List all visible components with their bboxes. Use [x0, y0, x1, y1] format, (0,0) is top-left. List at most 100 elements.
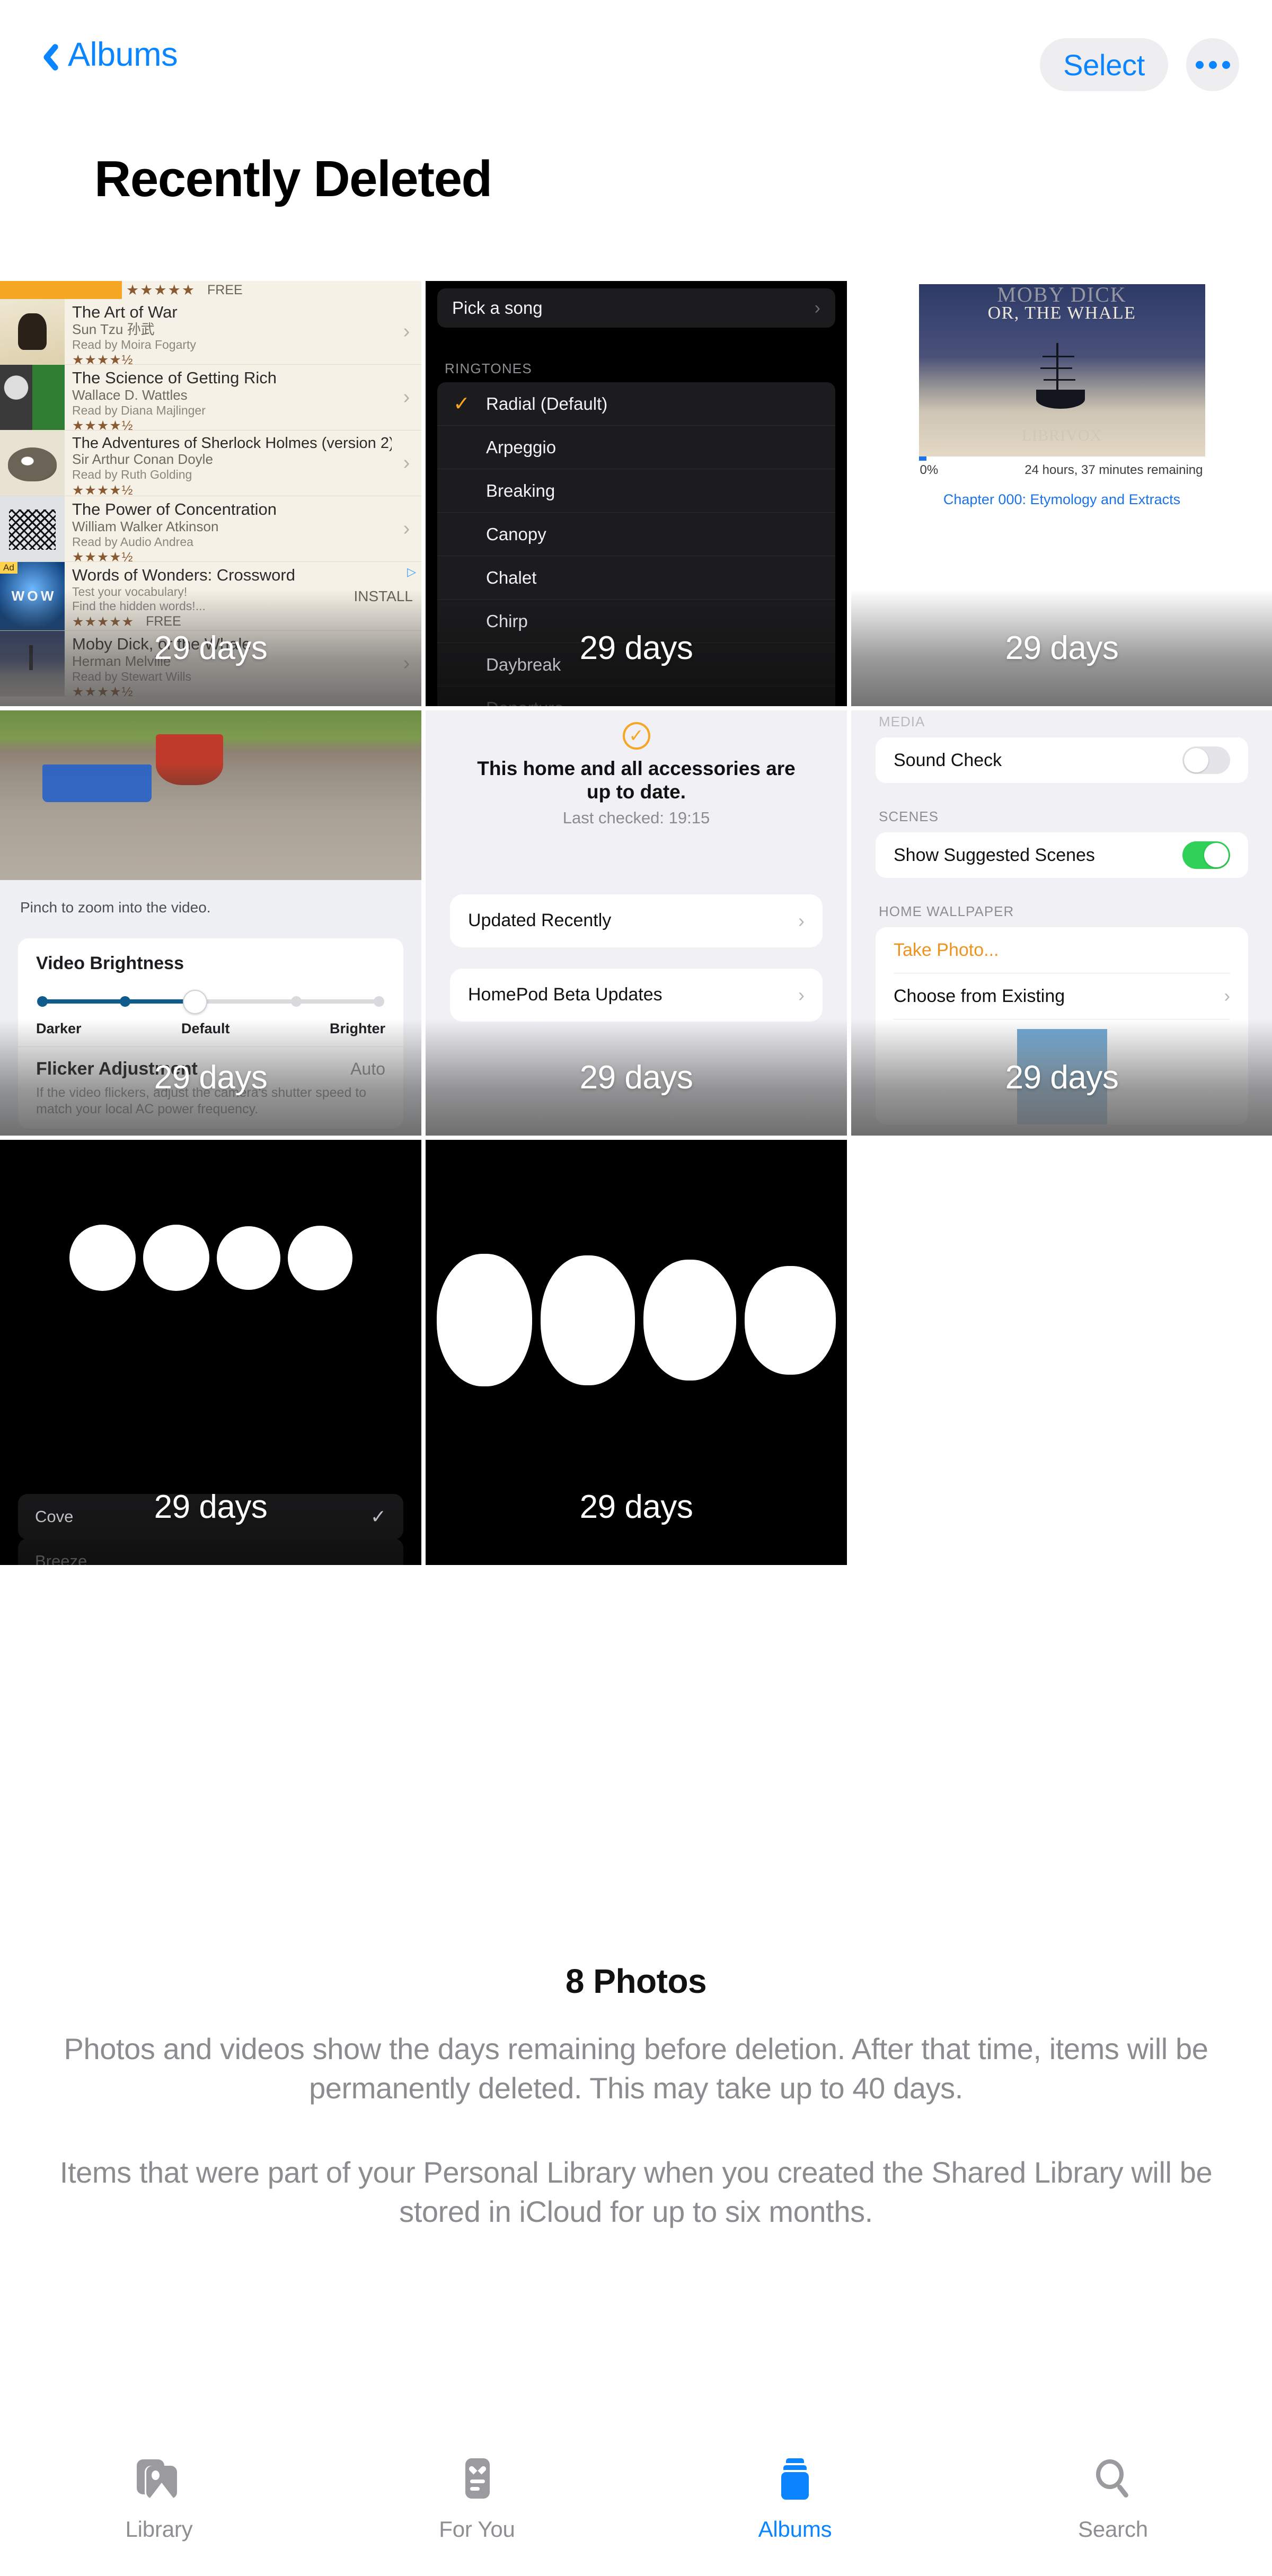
- ellipsis-icon: [1195, 60, 1204, 69]
- book-narrator: Read by Moira Fogarty: [72, 337, 196, 351]
- cove-label: Cove: [35, 1507, 74, 1526]
- rating-stars: ★★★★★: [72, 614, 135, 629]
- audiobook-header-row: ★★★★★ FREE: [0, 281, 421, 299]
- suggested-scenes-toggle[interactable]: [1182, 841, 1230, 869]
- albums-icon: [771, 2454, 819, 2503]
- sound-check-label: Sound Check: [894, 750, 1002, 770]
- rating-stars: ★★★★½: [72, 482, 134, 496]
- audiobook-row[interactable]: Moby Dick, or the Whale Herman Melville …: [0, 631, 421, 697]
- flicker-adjustment-value: Auto: [350, 1059, 385, 1078]
- audiobook-row[interactable]: The Power of Concentration William Walke…: [0, 496, 421, 562]
- chevron-right-icon: ›: [403, 652, 410, 674]
- audiobook-row[interactable]: The Science of Getting Rich Wallace D. W…: [0, 365, 421, 430]
- checkmark-icon: ✓: [370, 1506, 386, 1527]
- choose-from-existing-label: Choose from Existing: [894, 986, 1065, 1006]
- ad-title: Words of Wonders: Crossword: [72, 566, 295, 584]
- footer-info: 8 Photos Photos and videos show the days…: [0, 1962, 1272, 2232]
- cove-option-row[interactable]: Cove ✓: [18, 1494, 403, 1540]
- tab-library-label: Library: [125, 2517, 193, 2542]
- advertisement-banner[interactable]: Ad Words of Wonders: Crossword Test your…: [0, 562, 421, 631]
- pick-a-song-row[interactable]: Pick a song ›: [437, 288, 835, 328]
- cover-subtitle: OR, THE WHALE: [987, 303, 1136, 323]
- circle-shape: [69, 1225, 136, 1291]
- tab-library[interactable]: Library: [0, 2401, 318, 2542]
- sound-check-row[interactable]: Sound Check: [894, 737, 1230, 783]
- ringtone-item[interactable]: Canopy: [437, 513, 835, 556]
- more-options-button[interactable]: [1186, 38, 1239, 91]
- ringtones-list: ✓ Radial (Default) Arpeggio Breaking Can…: [437, 382, 835, 706]
- navigation-bar: Albums Select: [0, 0, 1272, 154]
- photo-tile-home-settings[interactable]: MEDIA Sound Check SCENES Show Suggested …: [851, 710, 1272, 1136]
- photo-tile-audiobooks[interactable]: ★★★★★ FREE The Art of War Sun Tzu 孙武 Rea…: [0, 281, 421, 706]
- photo-tile-ovals[interactable]: 29 days: [426, 1140, 847, 1565]
- breeze-option-row[interactable]: Breeze: [18, 1538, 403, 1565]
- ad-details: Words of Wonders: Crossword Test your vo…: [65, 562, 354, 630]
- audiobook-row[interactable]: The Adventures of Sherlock Holmes (versi…: [0, 430, 421, 496]
- slider-tick: [120, 996, 131, 1007]
- select-button[interactable]: Select: [1040, 38, 1168, 91]
- thumbnail-content: Pinch to zoom into the video. Video Brig…: [0, 710, 421, 1136]
- ringtone-item[interactable]: Chalet: [437, 556, 835, 600]
- flicker-adjustment-row[interactable]: Flicker Adjustment Auto: [36, 1047, 385, 1085]
- sound-check-toggle[interactable]: [1182, 746, 1230, 774]
- book-cover-image: [0, 496, 65, 561]
- ringtone-label: Daybreak: [486, 654, 561, 674]
- tab-search[interactable]: Search: [954, 2401, 1272, 2542]
- photo-tile-audiobook-player[interactable]: MOBY DICK OR, THE WHALE LIBRIVOX 0% 24 h…: [851, 281, 1272, 706]
- photo-tile-cove[interactable]: Cove ✓ Breeze 29 days: [0, 1140, 421, 1565]
- circles-graphic: [0, 1225, 421, 1291]
- oval-shape: [745, 1265, 836, 1375]
- book-title: Moby Dick, or the Whale: [72, 635, 251, 653]
- cover-brand-label: LIBRIVOX: [1021, 427, 1102, 444]
- choose-from-existing-row[interactable]: Choose from Existing ›: [894, 973, 1230, 1019]
- thumbnail-content: [426, 1140, 847, 1565]
- shared-library-paragraph: Items that were part of your Personal Li…: [59, 2155, 1213, 2229]
- ringtone-item[interactable]: Chirp: [437, 600, 835, 643]
- photo-tile-ringtones[interactable]: Pick a song › RINGTONES ✓ Radial (Defaul…: [426, 281, 847, 706]
- tab-for-you[interactable]: For You: [318, 2401, 636, 2542]
- ringtone-item[interactable]: Breaking: [437, 469, 835, 513]
- homepod-beta-updates-row[interactable]: HomePod Beta Updates ›: [450, 968, 823, 1022]
- chevron-right-icon: ›: [403, 517, 410, 540]
- chevron-right-icon: ›: [798, 983, 805, 1006]
- audiobook-details: Moby Dick, or the Whale Herman Melville …: [65, 631, 392, 696]
- oval-shape: [541, 1255, 635, 1385]
- book-cover-image: [0, 299, 65, 364]
- homepod-beta-updates-label: HomePod Beta Updates: [468, 984, 662, 1005]
- navbar-actions: Select: [1040, 38, 1239, 91]
- chevron-right-icon: ›: [403, 452, 410, 474]
- last-checked-label: Last checked: 19:15: [562, 808, 710, 827]
- wallpaper-preview-image[interactable]: [1017, 1029, 1107, 1124]
- scenes-section-header: SCENES: [879, 808, 939, 824]
- photo-tile-video-settings[interactable]: Pinch to zoom into the video. Video Brig…: [0, 710, 421, 1136]
- audiobook-row[interactable]: The Art of War Sun Tzu 孙武 Read by Moira …: [0, 299, 421, 365]
- book-author: Herman Melville: [72, 653, 171, 669]
- thumbnail-content: Pick a song › RINGTONES ✓ Radial (Defaul…: [426, 281, 847, 706]
- slider-knob[interactable]: [182, 990, 207, 1014]
- rating-stars: ★★★★½: [72, 684, 134, 696]
- ringtones-section-header: RINGTONES: [445, 361, 532, 376]
- suggested-scenes-row[interactable]: Show Suggested Scenes: [894, 832, 1230, 878]
- ringtone-item[interactable]: ✓ Radial (Default): [437, 382, 835, 426]
- rating-stars: ★★★★★: [126, 282, 196, 298]
- playback-progress-bar[interactable]: [918, 456, 1205, 461]
- tab-albums[interactable]: Albums: [636, 2401, 954, 2542]
- suggested-scenes-label: Show Suggested Scenes: [894, 845, 1095, 865]
- photo-tile-home-status[interactable]: This home and all accessories are up to …: [426, 710, 847, 1136]
- thumbnail-content: MOBY DICK OR, THE WHALE LIBRIVOX 0% 24 h…: [851, 281, 1272, 706]
- book-cover-image: [0, 365, 65, 430]
- chapter-link[interactable]: Chapter 000: Etymology and Extracts: [919, 478, 1205, 508]
- take-photo-row[interactable]: Take Photo...: [894, 927, 1230, 973]
- install-button[interactable]: INSTALL: [354, 588, 421, 605]
- take-photo-label: Take Photo...: [894, 939, 999, 960]
- back-button[interactable]: Albums: [36, 38, 178, 72]
- thumbnail-content: Cove ✓ Breeze: [0, 1140, 421, 1565]
- ringtone-item[interactable]: Daybreak: [437, 643, 835, 687]
- ringtone-item[interactable]: Arpeggio: [437, 426, 835, 469]
- tab-albums-label: Albums: [758, 2517, 832, 2542]
- updated-recently-row[interactable]: Updated Recently ›: [450, 894, 823, 947]
- brightness-slider[interactable]: [36, 983, 385, 1021]
- chevron-right-icon: ›: [403, 386, 410, 408]
- ringtone-item[interactable]: Departure: [437, 687, 835, 706]
- progress-fill: [918, 456, 926, 461]
